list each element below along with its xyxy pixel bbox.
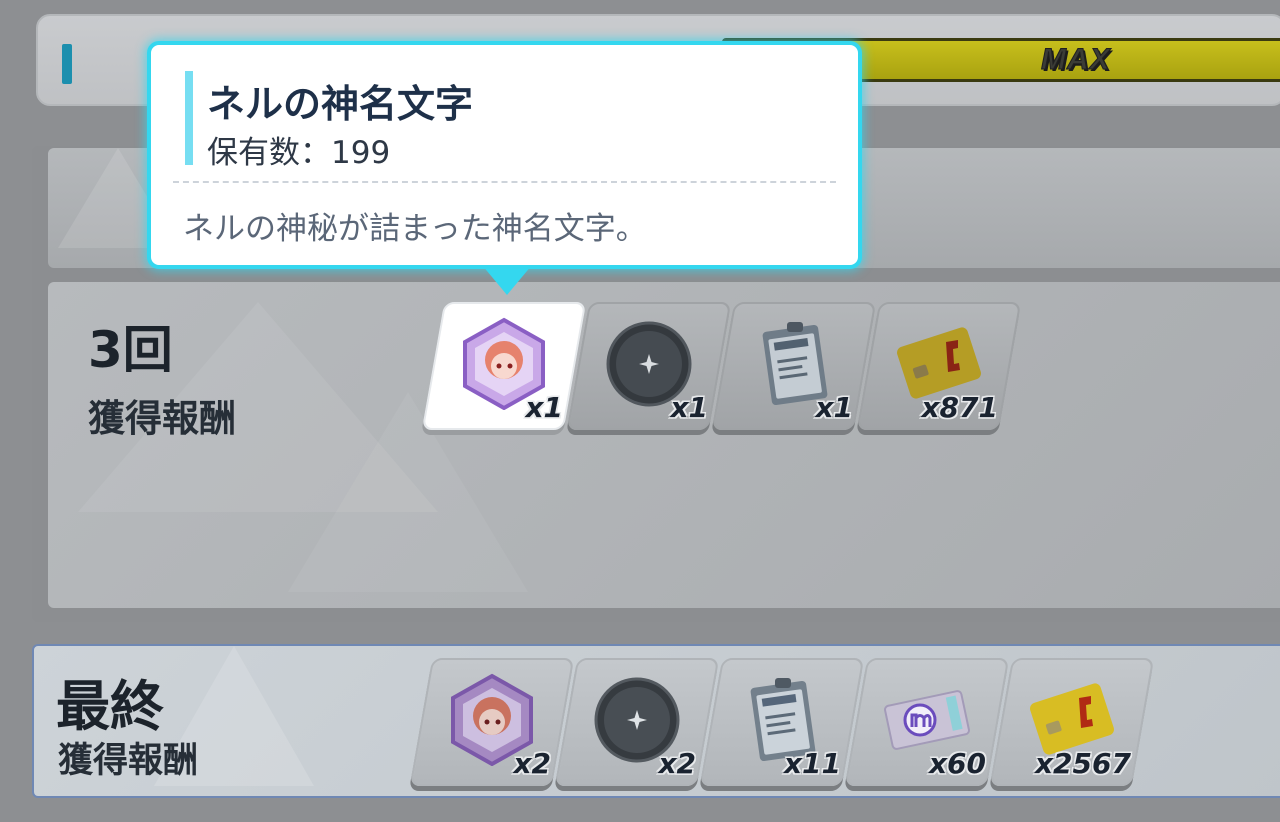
reward-item-report[interactable]: x1 xyxy=(711,302,877,430)
item-quantity: x1 xyxy=(525,391,563,424)
tooltip-description: ネルの神秘が詰まった神名文字。 xyxy=(183,211,647,247)
item-quantity: x2 xyxy=(658,747,696,780)
final-item-credit[interactable]: x2567 xyxy=(989,658,1155,786)
round-reward-label: 獲得報酬 xyxy=(88,397,236,440)
tooltip-pointer xyxy=(482,265,532,295)
item-quantity: x2567 xyxy=(1035,747,1131,780)
reward-item-dark-orb[interactable]: x1 xyxy=(566,302,732,430)
item-quantity: x60 xyxy=(928,747,986,780)
item-quantity: x11 xyxy=(783,747,841,780)
item-quantity: x1 xyxy=(670,391,708,424)
item-quantity: x1 xyxy=(815,391,853,424)
tooltip-owned-count: 保有数：199 xyxy=(207,135,391,171)
final-title: 最終 xyxy=(56,675,164,738)
final-reward-label: 獲得報酬 xyxy=(58,741,199,781)
item-quantity: x871 xyxy=(921,391,998,424)
item-tooltip: ネルの神名文字 保有数：199 ネルの神秘が詰まった神名文字。 xyxy=(147,41,862,269)
tooltip-title: ネルの神名文字 xyxy=(207,82,474,126)
max-label: MAX xyxy=(1041,43,1111,77)
reward-item-nell-eleph[interactable]: x1 xyxy=(421,302,587,430)
final-item-report[interactable]: x11 xyxy=(699,658,865,786)
status-accent xyxy=(62,44,72,84)
final-item-ticket[interactable]: x60 xyxy=(844,658,1010,786)
tooltip-accent-bar xyxy=(185,71,193,165)
final-item-nell-eleph[interactable]: x2 xyxy=(409,658,575,786)
round-count: 3回 xyxy=(88,321,173,379)
tooltip-divider xyxy=(173,181,836,183)
item-quantity: x2 xyxy=(513,747,551,780)
final-item-dark-orb[interactable]: x2 xyxy=(554,658,720,786)
reward-item-credit[interactable]: x871 xyxy=(856,302,1022,430)
